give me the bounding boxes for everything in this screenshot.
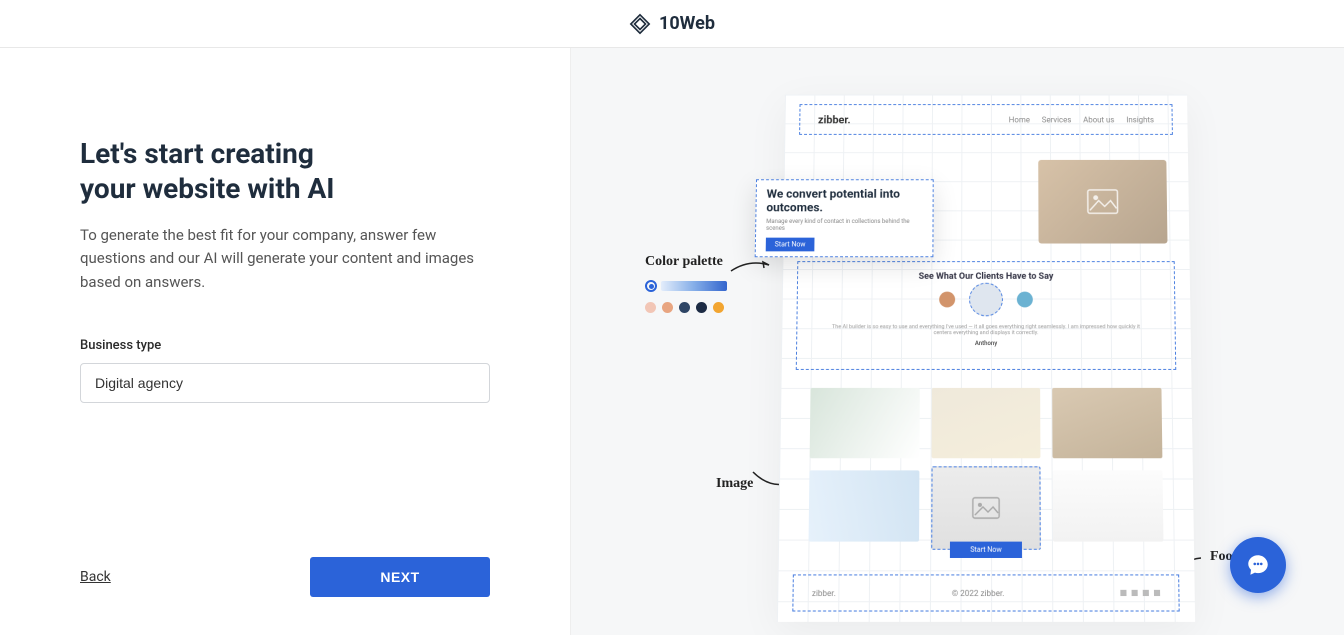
avatar-icon <box>1017 292 1033 308</box>
app-header: 10Web <box>0 0 1344 48</box>
preview-site-name: zibber. <box>818 113 851 125</box>
gallery-image <box>810 388 920 458</box>
hero-cta: Start Now <box>766 237 815 251</box>
gallery-image <box>931 388 1041 458</box>
social-icon <box>1132 590 1138 596</box>
nav-item: Services <box>1042 115 1072 124</box>
swatch <box>679 302 690 313</box>
form-panel: Let's start creating your website with A… <box>0 48 570 635</box>
logo-icon <box>629 13 651 35</box>
nav-item: About us <box>1083 115 1114 124</box>
chat-button[interactable] <box>1230 537 1286 593</box>
preview-hero-image <box>1038 160 1167 244</box>
nav-item: Home <box>1009 115 1030 124</box>
hero-title: We convert potential into outcomes. <box>766 188 922 215</box>
social-icon <box>1143 590 1149 596</box>
footer-copy: © 2022 zibber. <box>952 588 1005 597</box>
avatar-icon <box>939 292 955 308</box>
arrow-palette-icon <box>729 257 771 275</box>
social-icon <box>1120 590 1126 596</box>
preview-header: zibber. Home Services About us Insights <box>799 104 1173 135</box>
gallery-image <box>809 470 920 541</box>
preview-gallery <box>808 388 1163 550</box>
nav-item: Insights <box>1126 115 1154 124</box>
swatch <box>662 302 673 313</box>
swatch <box>645 302 656 313</box>
gallery-image <box>1053 388 1163 458</box>
anno-color-palette: Color palette <box>645 254 723 270</box>
heading-line2: your website with AI <box>80 172 334 205</box>
testimonials-heading: See What Our Clients Have to Say <box>798 272 1174 282</box>
image-placeholder-icon <box>1087 189 1119 214</box>
hero-sub: Manage every kind of contact in collecti… <box>766 218 923 232</box>
image-placeholder-icon <box>972 497 1000 519</box>
footer-social <box>1120 590 1160 596</box>
testimonial-body: The AI builder is so easy to use and eve… <box>797 324 1175 336</box>
gallery-image <box>1053 470 1164 541</box>
anno-image: Image <box>716 476 753 492</box>
page-title: Let's start creating your website with A… <box>80 136 490 206</box>
color-palette <box>645 280 727 313</box>
palette-gradient <box>661 281 727 291</box>
footer-site: zibber. <box>812 588 836 597</box>
avatar-placeholder <box>969 283 1003 317</box>
palette-selected-icon <box>645 280 657 292</box>
page-description: To generate the best fit for your compan… <box>80 224 490 294</box>
gallery-image-placeholder <box>931 466 1041 549</box>
back-link[interactable]: Back <box>80 569 111 585</box>
next-button[interactable]: NEXT <box>310 557 490 597</box>
swatch <box>713 302 724 313</box>
preview-footer: zibber. © 2022 zibber. <box>792 574 1179 611</box>
preview-panel: Header Footer Color palette Image Font-f… <box>570 48 1344 635</box>
preview-cta: Start Now <box>950 542 1022 558</box>
preview-nav: Home Services About us Insights <box>1009 115 1154 124</box>
testimonial-name: Anthony <box>797 340 1175 347</box>
heading-line1: Let's start creating <box>80 137 314 170</box>
social-icon <box>1154 590 1160 596</box>
brand-name: 10Web <box>659 13 715 34</box>
swatch <box>696 302 707 313</box>
business-type-input[interactable] <box>80 363 490 403</box>
chat-icon <box>1245 552 1271 578</box>
preview-canvas: zibber. Home Services About us Insights … <box>777 95 1195 622</box>
preview-hero-card: We convert potential into outcomes. Mana… <box>755 179 934 257</box>
business-type-label: Business type <box>80 338 490 353</box>
preview-testimonials: See What Our Clients Have to Say The AI … <box>796 261 1176 370</box>
